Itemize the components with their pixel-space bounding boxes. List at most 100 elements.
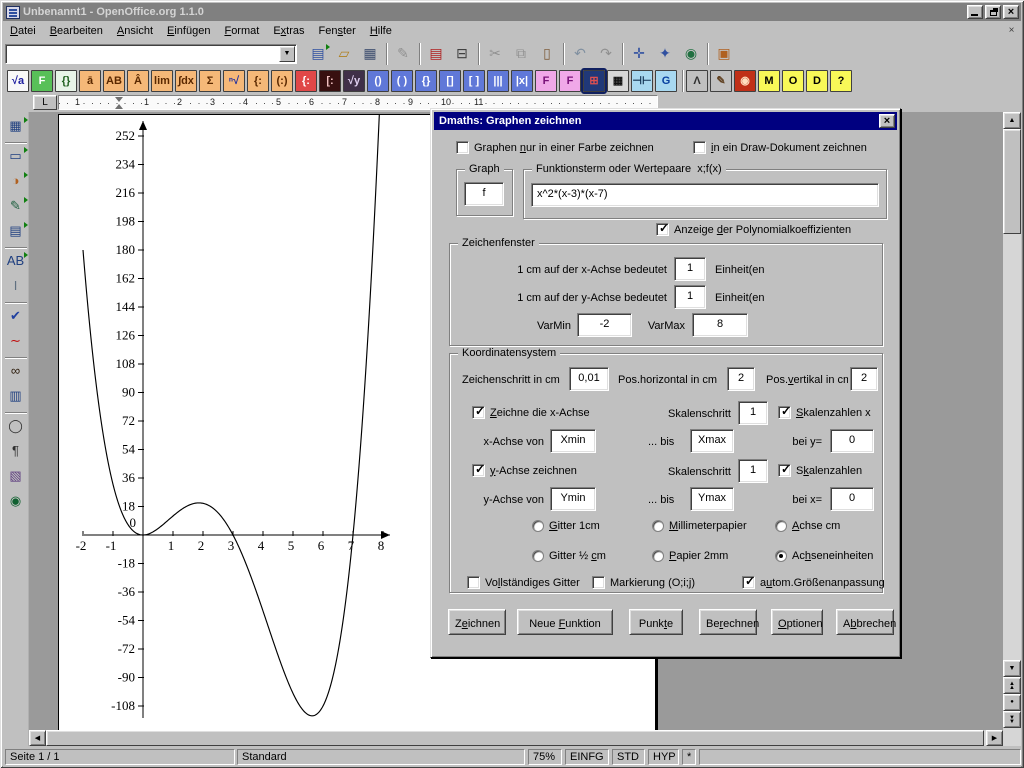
data-sources-icon[interactable]: ▥: [5, 385, 27, 407]
nth-root-icon[interactable]: ⁿ√: [223, 70, 245, 92]
checkbox-poly-coefficients[interactable]: Anzeige der Polynomialkoeffizienten: [656, 223, 851, 236]
insert-object-icon[interactable]: ◑: [5, 170, 27, 192]
export-pdf-icon[interactable]: ▤: [424, 42, 448, 66]
pos-vertical-field[interactable]: 2: [850, 367, 878, 391]
insert-mode[interactable]: EINFG: [565, 749, 609, 765]
menu-ansicht[interactable]: Ansicht: [110, 23, 160, 39]
dialog-titlebar[interactable]: Dmaths: Graphen zeichnen ×: [434, 112, 897, 130]
x-at-field[interactable]: 0: [830, 429, 874, 453]
edit-file-icon[interactable]: ✎: [391, 42, 415, 66]
checkbox-draw-document[interactable]: in ein Draw-Dokument zeichnen: [693, 141, 867, 154]
step-field[interactable]: 0,01: [569, 367, 609, 391]
optionen-button[interactable]: Optionen: [771, 609, 823, 635]
undo-icon[interactable]: ↶: [568, 42, 592, 66]
radio-achseneinheiten[interactable]: Achseneinheiten: [775, 550, 873, 562]
integral-icon[interactable]: ∫dx: [175, 70, 197, 92]
set-braces-icon[interactable]: {}: [55, 70, 77, 92]
option-o-icon[interactable]: O: [782, 70, 804, 92]
radio-millimeterpapier[interactable]: Millimeterpapier: [652, 520, 747, 532]
minimize-button[interactable]: [967, 5, 983, 19]
binomial-paren-icon[interactable]: (:): [271, 70, 293, 92]
copy-icon[interactable]: ⧉: [509, 42, 533, 66]
graph-window-icon[interactable]: ⊞: [583, 70, 605, 92]
show-draw-functions-icon[interactable]: ✎: [5, 195, 27, 217]
varmin-field[interactable]: -2: [577, 313, 632, 337]
macro-m-icon[interactable]: M: [758, 70, 780, 92]
radio-gitter-1cm[interactable]: Gitter 1cm: [532, 520, 600, 532]
graphics-on-off-icon[interactable]: ▧: [5, 465, 27, 487]
y-scale-field[interactable]: 1: [674, 285, 706, 309]
x-from-field[interactable]: Xmin: [550, 429, 596, 453]
bracket-large-icon[interactable]: [ ]: [463, 70, 485, 92]
norm-bars-icon[interactable]: |||: [487, 70, 509, 92]
abs-value-icon[interactable]: |x|: [511, 70, 533, 92]
spellcheck-icon[interactable]: ✔: [5, 305, 27, 327]
matrix-bracket-dark-icon[interactable]: [:: [319, 70, 341, 92]
scale-step-x-field[interactable]: 1: [738, 401, 768, 425]
zeichnen-button[interactable]: Zeichnen: [448, 609, 506, 635]
margin-marker[interactable]: [115, 97, 124, 109]
angle-a-icon[interactable]: Â: [127, 70, 149, 92]
geometry-g-icon[interactable]: G: [655, 70, 677, 92]
neue-funktion-button[interactable]: Neue Funktion: [517, 609, 613, 635]
y-from-field[interactable]: Ymin: [550, 487, 596, 511]
y-at-field[interactable]: 0: [830, 487, 874, 511]
root-dark-icon[interactable]: √y: [343, 70, 365, 92]
x-to-field[interactable]: Xmax: [690, 429, 734, 453]
menu-einfuegen[interactable]: Einfügen: [160, 23, 217, 39]
menu-extras[interactable]: Extras: [266, 23, 311, 39]
restore-button[interactable]: [985, 5, 1001, 19]
limit-icon[interactable]: lim: [151, 70, 173, 92]
function-f-icon[interactable]: F: [31, 70, 53, 92]
paren-small-icon[interactable]: (): [367, 70, 389, 92]
navigator-icon[interactable]: ✛: [627, 42, 651, 66]
horizontal-scrollbar[interactable]: ◀ ▶: [29, 730, 1003, 746]
berechnen-button[interactable]: Berechnen: [699, 609, 757, 635]
menu-format[interactable]: Format: [217, 23, 266, 39]
x-scale-field[interactable]: 1: [674, 257, 706, 281]
paste-icon[interactable]: ▯: [535, 42, 559, 66]
gallery-icon[interactable]: ▣: [712, 42, 736, 66]
function-pink-icon[interactable]: F: [535, 70, 557, 92]
scroll-down-button[interactable]: ▼: [1003, 660, 1021, 677]
checkbox-draw-x-axis[interactable]: Zeichne die x-Achse: [472, 406, 590, 419]
help-question-icon[interactable]: ?: [830, 70, 852, 92]
checkbox-single-color[interactable]: Graphen nur in einer Farbe zeichnen: [456, 141, 654, 154]
scroll-left-button[interactable]: ◀: [29, 730, 46, 746]
redo-icon[interactable]: ↷: [594, 42, 618, 66]
vector-a-icon[interactable]: ā: [79, 70, 101, 92]
tab-type-selector[interactable]: L: [33, 95, 57, 110]
abbrechen-button[interactable]: Abbrechen: [836, 609, 894, 635]
selection-mode[interactable]: STD: [612, 749, 645, 765]
url-input[interactable]: [6, 45, 278, 63]
find-on-off-icon[interactable]: ∞: [5, 360, 27, 382]
scroll-right-button[interactable]: ▶: [986, 730, 1003, 746]
print-file-icon[interactable]: ⊟: [450, 42, 474, 66]
checkbox-scale-numbers-y[interactable]: Skalenzahlen: [778, 464, 862, 477]
dmaths-d-icon[interactable]: D: [806, 70, 828, 92]
pencil-edit-icon[interactable]: ✎: [710, 70, 732, 92]
insert-frame-icon[interactable]: ▭: [5, 145, 27, 167]
insert-fields-icon[interactable]: AB: [5, 250, 27, 272]
cut-icon[interactable]: ✂: [483, 42, 507, 66]
auto-spellcheck-icon[interactable]: ∼: [5, 330, 27, 352]
nonprinting-chars-icon[interactable]: ¶: [5, 440, 27, 462]
open-document-icon[interactable]: ▱: [332, 42, 356, 66]
zoom-level[interactable]: 75%: [528, 749, 562, 765]
stylist-icon[interactable]: ✦: [653, 42, 677, 66]
brace-pair-icon[interactable]: {}: [415, 70, 437, 92]
radio-gitter-halb-cm[interactable]: Gitter ½ cm: [532, 550, 606, 562]
zoom-icon[interactable]: ◯: [5, 415, 27, 437]
navigation-button[interactable]: ●: [1003, 694, 1021, 711]
vertical-scroll-thumb[interactable]: [1003, 129, 1021, 234]
vertical-scrollbar[interactable]: ▲ ▼ ▲▲ ● ▼▼: [1003, 112, 1021, 746]
varmax-field[interactable]: 8: [692, 313, 748, 337]
function-term-input[interactable]: x^2*(x-3)*(x-7): [531, 183, 879, 207]
bracket-small-icon[interactable]: []: [439, 70, 461, 92]
url-combobox[interactable]: ▼: [5, 44, 297, 64]
checkbox-autosize[interactable]: autom.Größenanpassung: [742, 576, 885, 589]
save-document-icon[interactable]: ▦: [358, 42, 382, 66]
grid-icon[interactable]: ▦: [607, 70, 629, 92]
url-dropdown-button[interactable]: ▼: [279, 46, 295, 62]
sum-icon[interactable]: Σ: [199, 70, 221, 92]
